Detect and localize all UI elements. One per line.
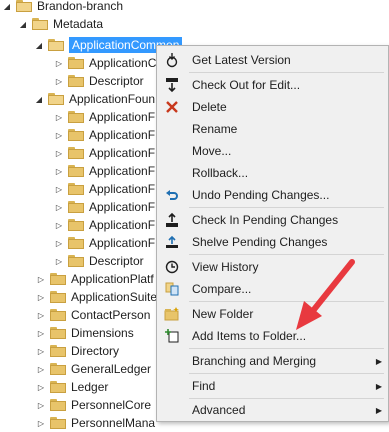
annotation-arrow-icon xyxy=(296,259,355,330)
